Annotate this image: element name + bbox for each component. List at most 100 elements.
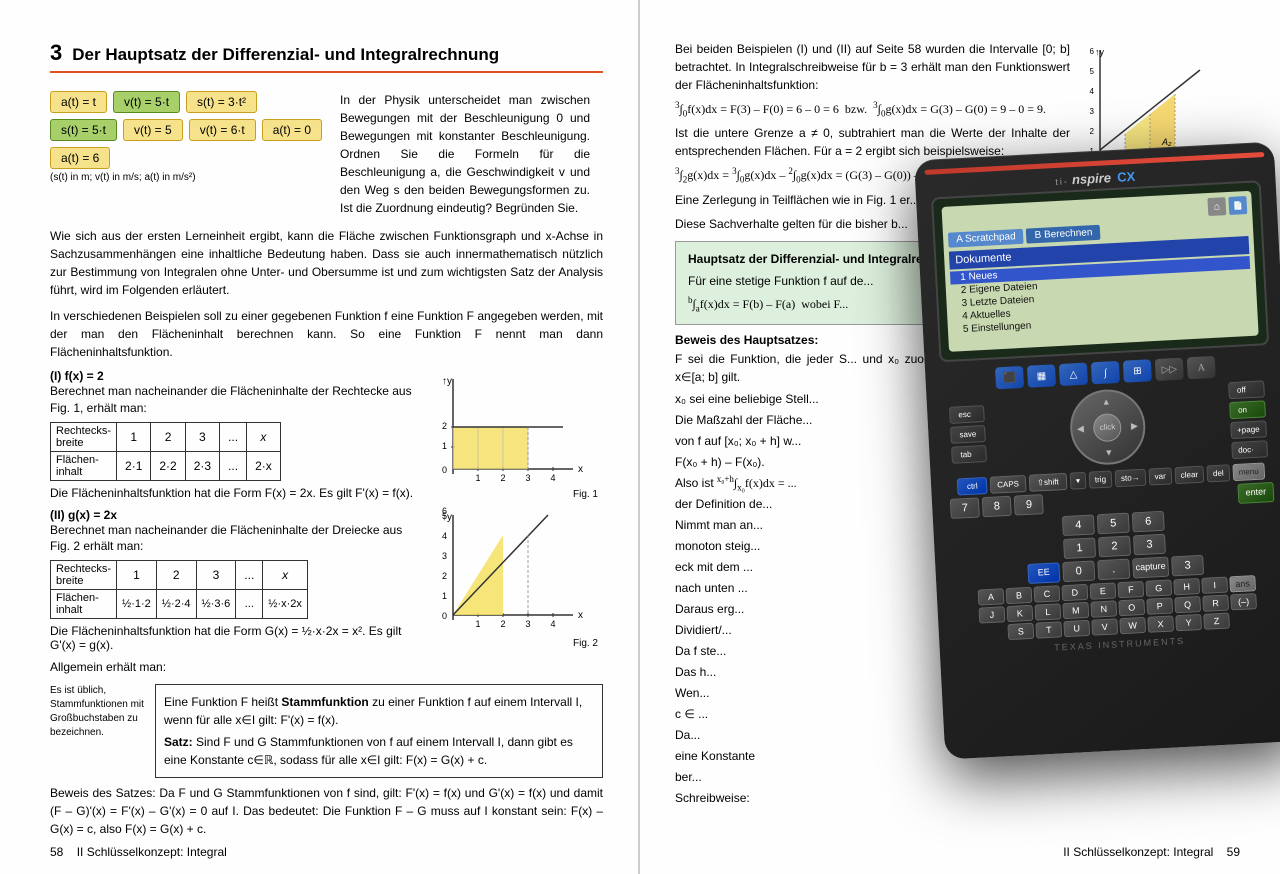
key-K[interactable]: K bbox=[1006, 605, 1033, 622]
key-J[interactable]: J bbox=[979, 606, 1006, 623]
key-5[interactable]: 5 bbox=[1097, 513, 1130, 535]
key-7[interactable]: 7 bbox=[950, 497, 980, 518]
key-caps[interactable]: CAPS bbox=[990, 475, 1027, 494]
key-Z[interactable]: Z bbox=[1203, 612, 1230, 629]
key-capture[interactable]: capture bbox=[1132, 557, 1169, 579]
key-P[interactable]: P bbox=[1146, 597, 1173, 614]
key-6[interactable]: 6 bbox=[1132, 511, 1165, 533]
motion-box-7: a(t) = 0 bbox=[262, 119, 322, 141]
key-L[interactable]: L bbox=[1034, 603, 1061, 620]
key-I[interactable]: I bbox=[1201, 577, 1228, 594]
key-R[interactable]: R bbox=[1202, 595, 1229, 612]
btn-save[interactable]: save bbox=[950, 425, 986, 444]
key-B[interactable]: B bbox=[1006, 587, 1033, 604]
icon-btn-3[interactable]: △ bbox=[1059, 363, 1088, 386]
btn-doc[interactable]: doc· bbox=[1231, 440, 1268, 459]
motion-box-5: v(t) = 5 bbox=[123, 119, 183, 141]
btn-page-up[interactable]: +page bbox=[1230, 420, 1267, 439]
key-var[interactable]: var bbox=[1148, 467, 1172, 485]
key-C[interactable]: C bbox=[1034, 585, 1061, 602]
key-F[interactable]: F bbox=[1117, 581, 1144, 598]
table2-r2: ½·2·4 bbox=[156, 590, 196, 619]
btn-esc[interactable]: esc bbox=[949, 405, 985, 424]
key-shift[interactable]: ⇧shift bbox=[1029, 473, 1068, 492]
key-ans[interactable]: ans bbox=[1229, 575, 1256, 592]
proof-text: Beweis des Satzes: Da F und G Stammfunkt… bbox=[50, 784, 603, 838]
nav-area: esc save tab click ▲ ▼ ◀ ▶ bbox=[936, 380, 1280, 475]
key-0[interactable]: 0 bbox=[1062, 560, 1095, 582]
key-A[interactable]: A bbox=[978, 588, 1005, 605]
key-exponent[interactable]: ▾ bbox=[1069, 472, 1086, 490]
btn-tab[interactable]: tab bbox=[951, 445, 987, 464]
definition-line1: Eine Funktion F heißt Stammfunktion zu e… bbox=[164, 693, 594, 729]
key-V[interactable]: V bbox=[1091, 618, 1118, 635]
nav-left[interactable]: ◀ bbox=[1077, 423, 1084, 434]
icon-btn-6[interactable]: ▷▷ bbox=[1155, 358, 1184, 381]
nav-up[interactable]: ▲ bbox=[1101, 396, 1110, 406]
examples-column: (I) f(x) = 2 Berechnet man nacheinander … bbox=[50, 369, 418, 679]
btn-on[interactable]: on bbox=[1229, 400, 1266, 419]
key-8[interactable]: 8 bbox=[982, 496, 1012, 517]
table2-h5: x bbox=[263, 561, 308, 590]
icon-btn-1[interactable]: ⬛ bbox=[995, 366, 1024, 389]
key-clear[interactable]: clear bbox=[1174, 466, 1204, 485]
chapter-title: Der Hauptsatz der Differenzial- und Inte… bbox=[72, 45, 499, 65]
key-2[interactable]: 2 bbox=[1098, 536, 1131, 558]
icon-btn-2[interactable]: ▦ bbox=[1027, 364, 1056, 387]
key-menu[interactable]: menu bbox=[1232, 462, 1265, 481]
key-U[interactable]: U bbox=[1063, 620, 1090, 637]
key-X[interactable]: X bbox=[1147, 615, 1174, 632]
key-ctrl[interactable]: ctrl bbox=[957, 477, 988, 496]
page-number-right: 59 bbox=[1227, 845, 1240, 859]
key-Y[interactable]: Y bbox=[1175, 614, 1202, 631]
key-W[interactable]: W bbox=[1119, 617, 1146, 634]
btn-off[interactable]: off bbox=[1228, 380, 1265, 399]
icon-btn-7[interactable]: A bbox=[1187, 356, 1216, 379]
key-G[interactable]: G bbox=[1145, 579, 1172, 596]
graph-1-container: ↑y x 0 1 2 1 2 3 4 bbox=[433, 369, 603, 500]
key-M[interactable]: M bbox=[1062, 602, 1089, 619]
para-2: In verschiedenen Beispielen soll zu eine… bbox=[50, 307, 603, 361]
key-S[interactable]: S bbox=[1007, 623, 1034, 640]
key-dot[interactable]: . bbox=[1097, 559, 1130, 581]
icon-btn-4[interactable]: ∫ bbox=[1091, 361, 1120, 384]
nav-center-btn[interactable]: click bbox=[1093, 412, 1122, 441]
key-9[interactable]: 9 bbox=[1014, 494, 1044, 515]
key-enter[interactable]: enter bbox=[1237, 482, 1274, 504]
key-3b[interactable]: 3 bbox=[1171, 555, 1204, 577]
svg-text:2: 2 bbox=[442, 421, 447, 431]
screen-tab-a[interactable]: A Scratchpad bbox=[948, 229, 1024, 248]
calc-brand-nspire: nspire bbox=[1072, 170, 1112, 187]
nav-right[interactable]: ▶ bbox=[1131, 420, 1138, 431]
table2-row2-col1: Flächen-inhalt bbox=[51, 590, 117, 619]
key-del[interactable]: del bbox=[1207, 464, 1231, 482]
chapter-number: 3 bbox=[50, 40, 62, 66]
table1-h4: ... bbox=[220, 422, 247, 451]
definition-box: Eine Funktion F heißt Stammfunktion zu e… bbox=[155, 684, 603, 778]
calculator-overlay[interactable]: ti- nspire CX ⌂ 📄 bbox=[914, 140, 1280, 779]
key-D[interactable]: D bbox=[1061, 584, 1088, 601]
key-4[interactable]: 4 bbox=[1062, 514, 1095, 536]
key-EE[interactable]: EE bbox=[1027, 562, 1060, 584]
key-1[interactable]: 1 bbox=[1063, 537, 1096, 559]
nav-ring[interactable]: click ▲ ▼ ◀ ▶ bbox=[1068, 388, 1147, 467]
key-H[interactable]: H bbox=[1173, 578, 1200, 595]
key-neg[interactable]: (–) bbox=[1230, 593, 1257, 610]
svg-text:x: x bbox=[578, 464, 583, 475]
beweis-alsoist-formula: x₀+h∫x₀f(x)dx = ... bbox=[717, 474, 797, 492]
table2-r4: ... bbox=[236, 590, 263, 619]
key-Q[interactable]: Q bbox=[1174, 596, 1201, 613]
svg-text:1: 1 bbox=[475, 473, 480, 483]
key-E[interactable]: E bbox=[1089, 582, 1116, 599]
key-sto[interactable]: sto→ bbox=[1115, 469, 1147, 488]
nav-down[interactable]: ▼ bbox=[1104, 447, 1113, 457]
key-N[interactable]: N bbox=[1090, 600, 1117, 617]
key-3[interactable]: 3 bbox=[1133, 534, 1166, 556]
key-O[interactable]: O bbox=[1118, 599, 1145, 616]
svg-text:↑y: ↑y bbox=[442, 376, 452, 387]
screen-tab-b[interactable]: B Berechnen bbox=[1026, 225, 1101, 244]
key-T[interactable]: T bbox=[1035, 621, 1062, 638]
icon-btn-5[interactable]: ⊞ bbox=[1123, 359, 1152, 382]
key-trig[interactable]: trig bbox=[1088, 470, 1112, 488]
motion-description: In der Physik unterscheidet man zwischen… bbox=[340, 91, 590, 217]
